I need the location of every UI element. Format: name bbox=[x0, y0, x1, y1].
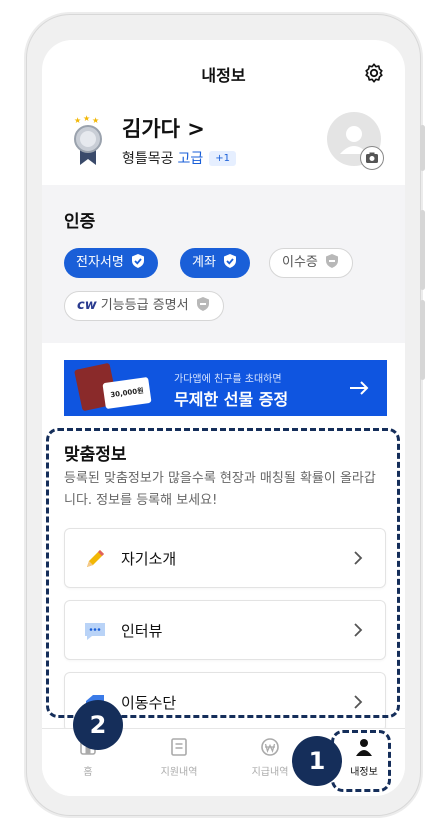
gear-icon[interactable] bbox=[363, 62, 385, 84]
cert-chip-e-signature[interactable]: 전자서명 bbox=[64, 248, 158, 278]
tab-label: 지급내역 bbox=[251, 767, 289, 778]
shield-check-icon bbox=[223, 254, 236, 268]
cert-chip-account[interactable]: 계좌 bbox=[180, 248, 250, 278]
page-title: 내정보 bbox=[201, 66, 246, 85]
phone-side-button bbox=[420, 300, 425, 380]
tab-applications[interactable]: 지원내역 bbox=[143, 737, 215, 778]
won-icon bbox=[261, 738, 279, 756]
section-title: 인증 bbox=[64, 212, 96, 232]
annotation-badge-1: 1 bbox=[292, 736, 342, 786]
chip-label: 기능등급 증명서 bbox=[100, 298, 189, 313]
arrow-right-icon bbox=[350, 381, 369, 395]
svg-text:★: ★ bbox=[74, 116, 81, 125]
banner-title: 무제한 선물 증정 bbox=[174, 390, 289, 409]
phone-side-button bbox=[420, 125, 425, 171]
invite-banner[interactable]: 30,000원 가다앱에 친구를 초대하면 무제한 선물 증정 bbox=[64, 360, 387, 416]
svg-text:★: ★ bbox=[83, 115, 90, 123]
user-job: 형틀목공 고급 +1 bbox=[122, 148, 237, 168]
cert-chip-skill-grade[interactable]: cw 기능등급 증명서 bbox=[64, 291, 224, 321]
top-header: 내정보 bbox=[42, 40, 405, 110]
shield-icon bbox=[325, 254, 338, 268]
cw-logo: cw bbox=[77, 298, 97, 313]
job-title: 형틀목공 bbox=[122, 151, 174, 167]
certification-section: 인증 전자서명 계좌 이수증 cw 기능등급 증명서 bbox=[42, 185, 405, 343]
svg-text:★: ★ bbox=[92, 116, 99, 125]
chip-label: 계좌 bbox=[192, 255, 216, 270]
job-grade: 고급 bbox=[177, 151, 204, 167]
document-icon bbox=[171, 738, 187, 756]
gift-ticket: 30,000원 bbox=[102, 376, 152, 410]
shield-check-icon bbox=[131, 254, 144, 268]
annotation-badge-2: 2 bbox=[73, 700, 123, 750]
camera-icon[interactable] bbox=[360, 146, 384, 170]
highlight-custom-info bbox=[46, 428, 400, 718]
shield-icon bbox=[196, 297, 209, 311]
tab-label: 홈 bbox=[83, 767, 93, 778]
banner-subtitle: 가다앱에 친구를 초대하면 bbox=[174, 374, 282, 385]
grade-medal-icon: ★ ★ ★ bbox=[74, 115, 102, 165]
phone-side-button bbox=[420, 210, 425, 290]
tab-label: 지원내역 bbox=[160, 767, 198, 778]
extra-jobs-badge[interactable]: +1 bbox=[209, 151, 237, 166]
cert-chip-completion[interactable]: 이수증 bbox=[269, 248, 353, 278]
chip-label: 전자서명 bbox=[76, 255, 124, 270]
chip-label: 이수증 bbox=[282, 255, 318, 270]
user-name-link[interactable]: 김가다 > bbox=[122, 113, 205, 143]
